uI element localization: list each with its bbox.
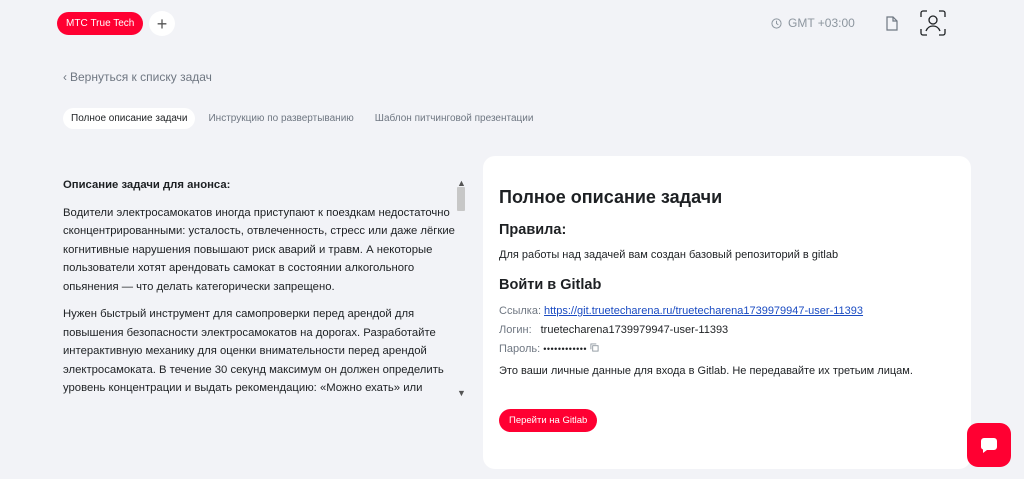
password-value: ••••••••••••: [543, 344, 588, 354]
document-icon[interactable]: [886, 16, 898, 36]
task-info-card: Полное описание задачи Правила: Для рабо…: [483, 156, 971, 469]
tab-pitch-template[interactable]: Шаблон питчинговой презентации: [367, 108, 542, 129]
add-button[interactable]: +: [149, 11, 175, 36]
description-heading: Описание задачи для анонса:: [63, 179, 231, 191]
gitlab-repo-link[interactable]: https://git.truetecharena.ru/truetechare…: [544, 305, 863, 317]
chat-icon: [981, 438, 997, 453]
back-to-tasks-link[interactable]: ‹ Вернуться к списку задач: [63, 70, 212, 84]
login-row: Логин: truetecharena1739979947-user-1139…: [499, 324, 728, 336]
tab-deployment-instructions[interactable]: Инструкцию по развертыванию: [200, 108, 361, 129]
description-paragraph: Нужен быстрый инструмент для самопроверк…: [63, 308, 444, 394]
task-description: Описание задачи для анонса: Водители эле…: [63, 176, 458, 399]
login-value: truetecharena1739979947-user-11393: [540, 324, 729, 336]
brand-button[interactable]: МТС True Tech: [57, 12, 144, 35]
timezone-indicator: GMT +03:00: [771, 16, 855, 30]
timezone-text: GMT +03:00: [788, 16, 855, 30]
clock-icon: [771, 17, 782, 29]
scroll-down-arrow[interactable]: ▼: [457, 388, 466, 398]
password-row: Пароль: ••••••••••••: [499, 343, 599, 355]
description-paragraph: Водители электросамокатов иногда приступ…: [63, 206, 455, 293]
go-to-gitlab-button[interactable]: Перейти на Gitlab: [499, 409, 598, 432]
tab-bar: Полное описание задачи Инструкцию по раз…: [63, 108, 546, 129]
tab-full-description[interactable]: Полное описание задачи: [63, 108, 196, 129]
profile-icon[interactable]: [919, 9, 947, 42]
rules-text: Для работы над задачей вам создан базовы…: [499, 249, 839, 261]
chat-button[interactable]: [967, 423, 1011, 467]
login-label: Логин:: [499, 324, 532, 336]
back-link-label: Вернуться к списку задач: [70, 70, 212, 84]
card-title: Полное описание задачи: [499, 187, 723, 207]
privacy-notice: Это ваши личные данные для входа в Gitla…: [499, 365, 913, 377]
scrollbar-thumb[interactable]: [457, 187, 465, 211]
password-label: Пароль:: [499, 343, 541, 355]
gitlab-heading: Войти в Gitlab: [499, 277, 602, 293]
copy-icon[interactable]: [590, 343, 599, 355]
gitlab-link-row: Ссылка: https://git.truetecharena.ru/tru…: [499, 305, 863, 317]
chevron-left-icon: ‹: [63, 70, 67, 84]
rules-heading: Правила:: [499, 222, 567, 238]
link-label: Ссылка:: [499, 305, 541, 317]
